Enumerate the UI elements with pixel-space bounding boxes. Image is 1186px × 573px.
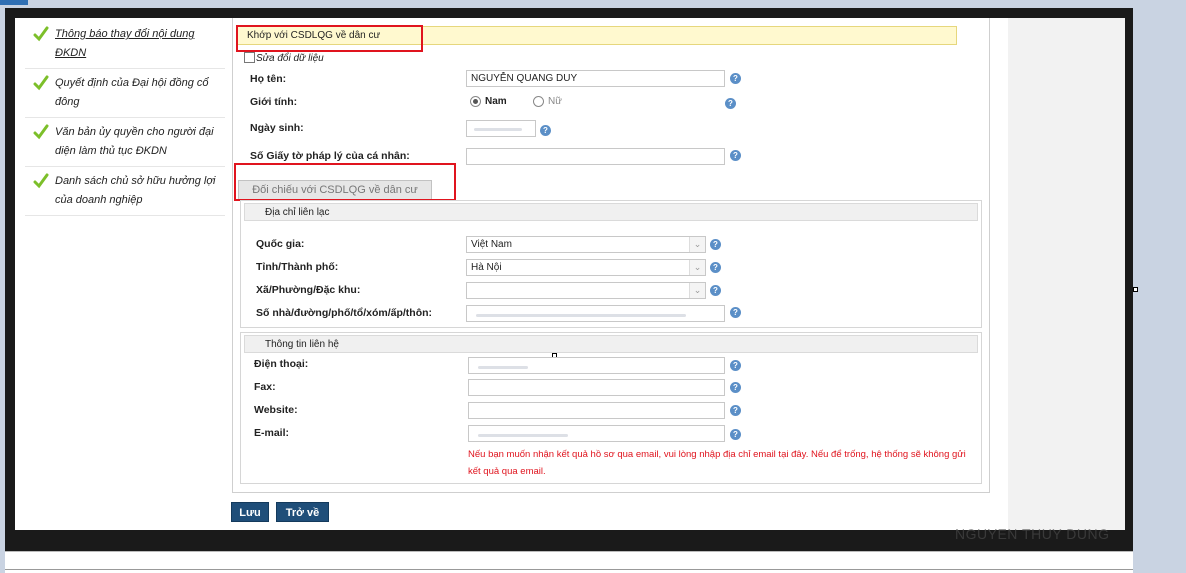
help-icon[interactable]: ? (730, 150, 741, 161)
redacted-text (478, 434, 568, 437)
sidebar-item-label: Danh sách chủ sở hữu hưởng lợi của doanh… (55, 175, 216, 206)
sidebar-item-shareholders-decision[interactable]: Quyết định của Đại hội đồng cổ đông (25, 69, 225, 118)
help-icon[interactable]: ? (730, 429, 741, 440)
email-notice: Nếu bạn muốn nhận kết quả hồ sơ qua emai… (468, 449, 966, 477)
sidebar-item-label: Quyết định của Đại hội đồng cổ đông (55, 77, 209, 108)
province-label: Tỉnh/Thành phố: (256, 261, 339, 273)
gender-female-radio[interactable] (533, 96, 544, 107)
highlight-box-compare (234, 163, 456, 201)
redacted-text (478, 366, 528, 369)
name-value: NGUYỄN QUANG DUY (471, 73, 578, 84)
country-label: Quốc gia: (256, 238, 305, 250)
id-number-field[interactable] (466, 148, 725, 165)
highlight-box-banner (236, 25, 423, 52)
website-label: Website: (254, 404, 298, 416)
help-icon[interactable]: ? (730, 360, 741, 371)
save-button[interactable]: Lưu (231, 502, 269, 522)
gender-male-radio[interactable] (470, 96, 481, 107)
ward-label: Xã/Phường/Đặc khu: (256, 284, 361, 296)
help-icon[interactable]: ? (710, 239, 721, 250)
help-icon[interactable]: ? (730, 382, 741, 393)
edit-data-label: Sửa đổi dữ liệu (256, 53, 324, 64)
help-icon[interactable]: ? (730, 73, 741, 84)
street-label: Số nhà/đường/phố/tổ/xóm/ấp/thôn: (256, 307, 433, 319)
email-label: E-mail: (254, 427, 290, 439)
check-icon (33, 26, 49, 42)
top-tab-indicator (0, 0, 28, 5)
chevron-down-icon: ⌄ (689, 260, 705, 275)
sidebar-item-change-notice[interactable]: Thông báo thay đổi nội dung ĐKDN (25, 20, 225, 69)
sidebar: Thông báo thay đổi nội dung ĐKDN Quyết đ… (25, 20, 225, 216)
phone-label: Điện thoại: (254, 358, 309, 370)
help-icon[interactable]: ? (710, 262, 721, 273)
help-icon[interactable]: ? (710, 285, 721, 296)
id-number-label: Số Giấy tờ pháp lý của cá nhân: (250, 150, 410, 162)
province-select[interactable]: Hà Nội ⌄ (466, 259, 706, 276)
website-field[interactable] (468, 402, 725, 419)
bottom-divider (5, 569, 1133, 570)
redacted-text (474, 128, 522, 131)
chevron-down-icon: ⌄ (689, 237, 705, 252)
chevron-down-icon: ⌄ (689, 283, 705, 298)
check-icon (33, 173, 49, 189)
sidebar-item-beneficial-owners[interactable]: Danh sách chủ sở hữu hưởng lợi của doanh… (25, 167, 225, 216)
name-field[interactable]: NGUYỄN QUANG DUY (466, 70, 725, 87)
check-icon (33, 124, 49, 140)
help-icon[interactable]: ? (730, 307, 741, 318)
gender-label: Giới tính: (250, 96, 298, 108)
name-label: Họ tên: (250, 73, 287, 85)
gender-female-label: Nữ (548, 96, 562, 107)
redacted-text (476, 314, 686, 317)
fax-field[interactable] (468, 379, 725, 396)
contact-section-title: Thông tin liên hệ (244, 335, 978, 353)
ward-select[interactable]: ⌄ (466, 282, 706, 299)
check-icon (33, 75, 49, 91)
sidebar-item-label: Thông báo thay đổi nội dung ĐKDN (55, 28, 195, 59)
sidebar-item-label: Văn bản ủy quyền cho người đại diện làm … (55, 126, 214, 157)
edit-data-checkbox[interactable] (244, 52, 255, 63)
gender-male-label: Nam (485, 96, 507, 107)
help-icon[interactable]: ? (725, 98, 736, 109)
fax-label: Fax: (254, 381, 276, 393)
country-value: Việt Nam (471, 239, 512, 250)
back-button[interactable]: Trở về (276, 502, 329, 522)
sidebar-item-authorization[interactable]: Văn bản ủy quyền cho người đại diện làm … (25, 118, 225, 167)
country-select[interactable]: Việt Nam ⌄ (466, 236, 706, 253)
help-icon[interactable]: ? (540, 125, 551, 136)
province-value: Hà Nội (471, 262, 502, 273)
dob-label: Ngày sinh: (250, 122, 304, 134)
resize-handle[interactable] (1133, 287, 1138, 292)
watermark-text: NGUYEN THUY DUNG (955, 526, 1110, 542)
help-icon[interactable]: ? (730, 405, 741, 416)
address-section-title: Địa chỉ liên lạc (244, 203, 978, 221)
